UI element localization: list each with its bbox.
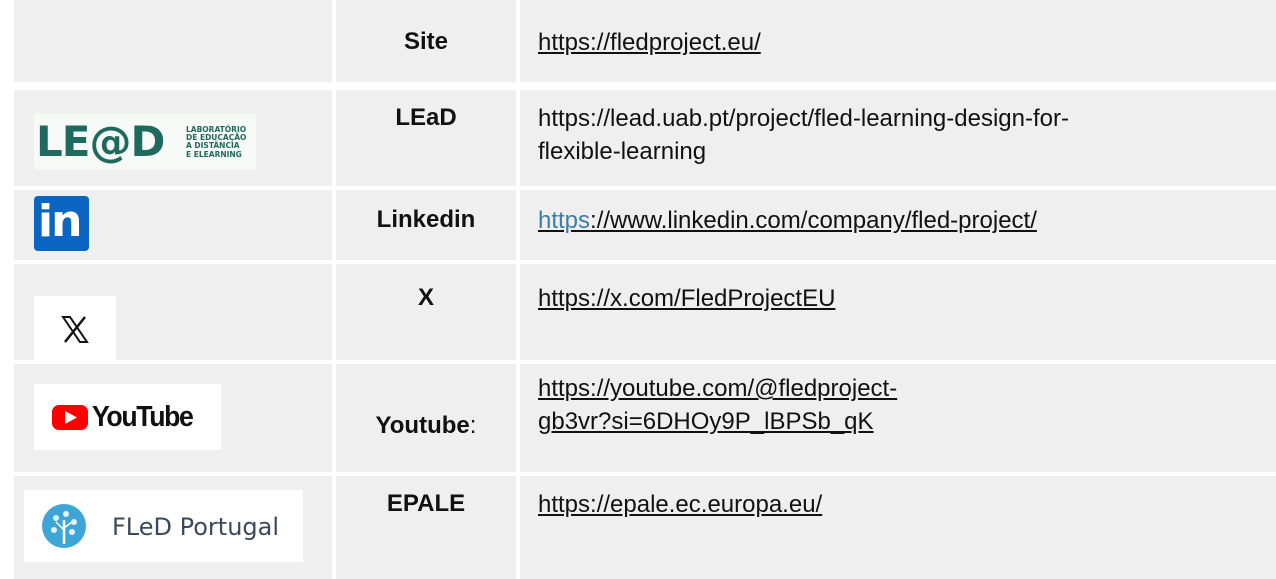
- row-name: LEaD: [395, 104, 457, 131]
- logo-cell: FLeD Portugal: [14, 476, 332, 579]
- table-row-x: X https://x.com/FledProjectEU: [14, 264, 1276, 362]
- site-link[interactable]: https://fledproject.eu/: [538, 26, 1266, 59]
- row-name: Youtube: [375, 412, 470, 439]
- tree-icon: [42, 504, 86, 548]
- logo-cell: in: [14, 190, 332, 260]
- logo-cell: [14, 264, 332, 362]
- linkedin-icon: in: [34, 196, 89, 251]
- url-cell: https://youtube.com/@fledproject- gb3vr?…: [520, 364, 1276, 472]
- linkedin-link[interactable]: https://www.linkedin.com/company/fled-pr…: [538, 204, 1266, 237]
- url-cell: https://www.linkedin.com/company/fled-pr…: [520, 190, 1276, 260]
- lead-logo-mark: LE@D: [36, 117, 165, 166]
- name-cell: Youtube:: [375, 412, 477, 439]
- row-name: EPALE: [386, 490, 466, 517]
- row-name: Site: [403, 28, 448, 55]
- logo-cell: YouTube: [14, 364, 332, 472]
- row-name: Linkedin: [376, 206, 476, 233]
- row-name: X: [417, 284, 434, 311]
- lead-logo-subtitle: LABORATÓRIO DE EDUCAÇÃO A DISTÂNCIA E EL…: [186, 125, 247, 159]
- url-cell: https://epale.ec.europa.eu/: [520, 476, 1276, 579]
- epale-link[interactable]: https://epale.ec.europa.eu/: [538, 488, 1266, 521]
- fled-portugal-logo: FLeD Portugal: [24, 490, 303, 562]
- youtube-link[interactable]: https://youtube.com/@fledproject- gb3vr?…: [538, 372, 1266, 438]
- url-cell: https://lead.uab.pt/project/fled-learnin…: [520, 90, 1276, 186]
- name-cell: Site: [336, 0, 516, 82]
- name-cell: EPALE: [336, 476, 516, 579]
- name-cell: X: [336, 264, 516, 360]
- table-row-youtube: YouTube Youtube: https://youtube.com/@fl…: [14, 364, 1276, 472]
- logo-cell-empty: [14, 0, 332, 82]
- url-cell: https://x.com/FledProjectEU: [520, 264, 1276, 360]
- table-row-site: Site https://fledproject.eu/: [14, 0, 1276, 82]
- table-row-epale: FLeD Portugal EPALE https://epale.ec.eur…: [14, 476, 1276, 579]
- table-row-lead: LE@D LABORATÓRIO DE EDUCAÇÃO A DISTÂNCIA…: [14, 90, 1276, 186]
- url-cell: https://fledproject.eu/: [520, 0, 1276, 82]
- lead-logo: LE@D LABORATÓRIO DE EDUCAÇÃO A DISTÂNCIA…: [34, 114, 256, 170]
- name-cell: Linkedin: [336, 190, 516, 260]
- youtube-icon: YouTube: [34, 384, 221, 450]
- lead-url: https://lead.uab.pt/project/fled-learnin…: [538, 105, 1069, 165]
- table-row-linkedin: in Linkedin https://www.linkedin.com/com…: [14, 190, 1276, 260]
- x-icon: [34, 296, 116, 362]
- name-cell: LEaD: [336, 90, 516, 186]
- logo-cell: LE@D LABORATÓRIO DE EDUCAÇÃO A DISTÂNCIA…: [14, 90, 332, 186]
- x-link[interactable]: https://x.com/FledProjectEU: [538, 282, 1266, 315]
